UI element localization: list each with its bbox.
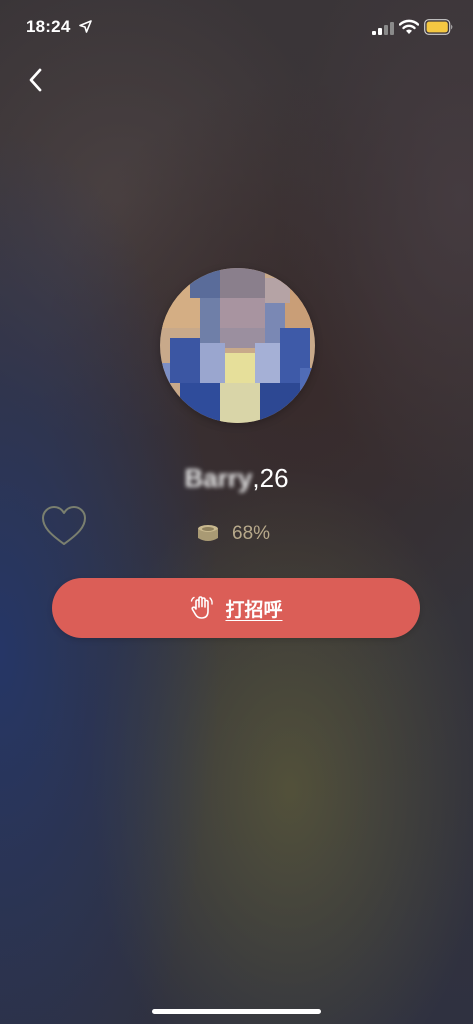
greet-button[interactable]: 打招呼: [52, 578, 420, 638]
match-score: 68%: [196, 520, 270, 548]
status-bar: 18:24: [0, 0, 473, 56]
waving-hand-icon: [191, 596, 214, 619]
greet-label: 打招呼: [225, 598, 283, 621]
profile-name-row: Barry,26: [0, 460, 473, 496]
signal-icon: [372, 22, 394, 35]
profile-name: Barry: [184, 463, 253, 493]
home-indicator[interactable]: [152, 1009, 321, 1014]
like-button[interactable]: [40, 503, 88, 549]
heart-outline-icon: [42, 506, 86, 545]
match-percent: 68%: [232, 523, 271, 544]
back-button[interactable]: [20, 62, 54, 98]
chevron-left-icon: [29, 68, 42, 92]
wifi-icon: [399, 19, 419, 34]
location-arrow-icon: [79, 20, 92, 33]
profile-age: ,26: [252, 463, 289, 493]
status-time: 18:24: [26, 17, 71, 36]
coin-stack-icon: [198, 525, 218, 541]
profile-avatar: [160, 268, 315, 423]
battery-icon: [424, 19, 453, 35]
